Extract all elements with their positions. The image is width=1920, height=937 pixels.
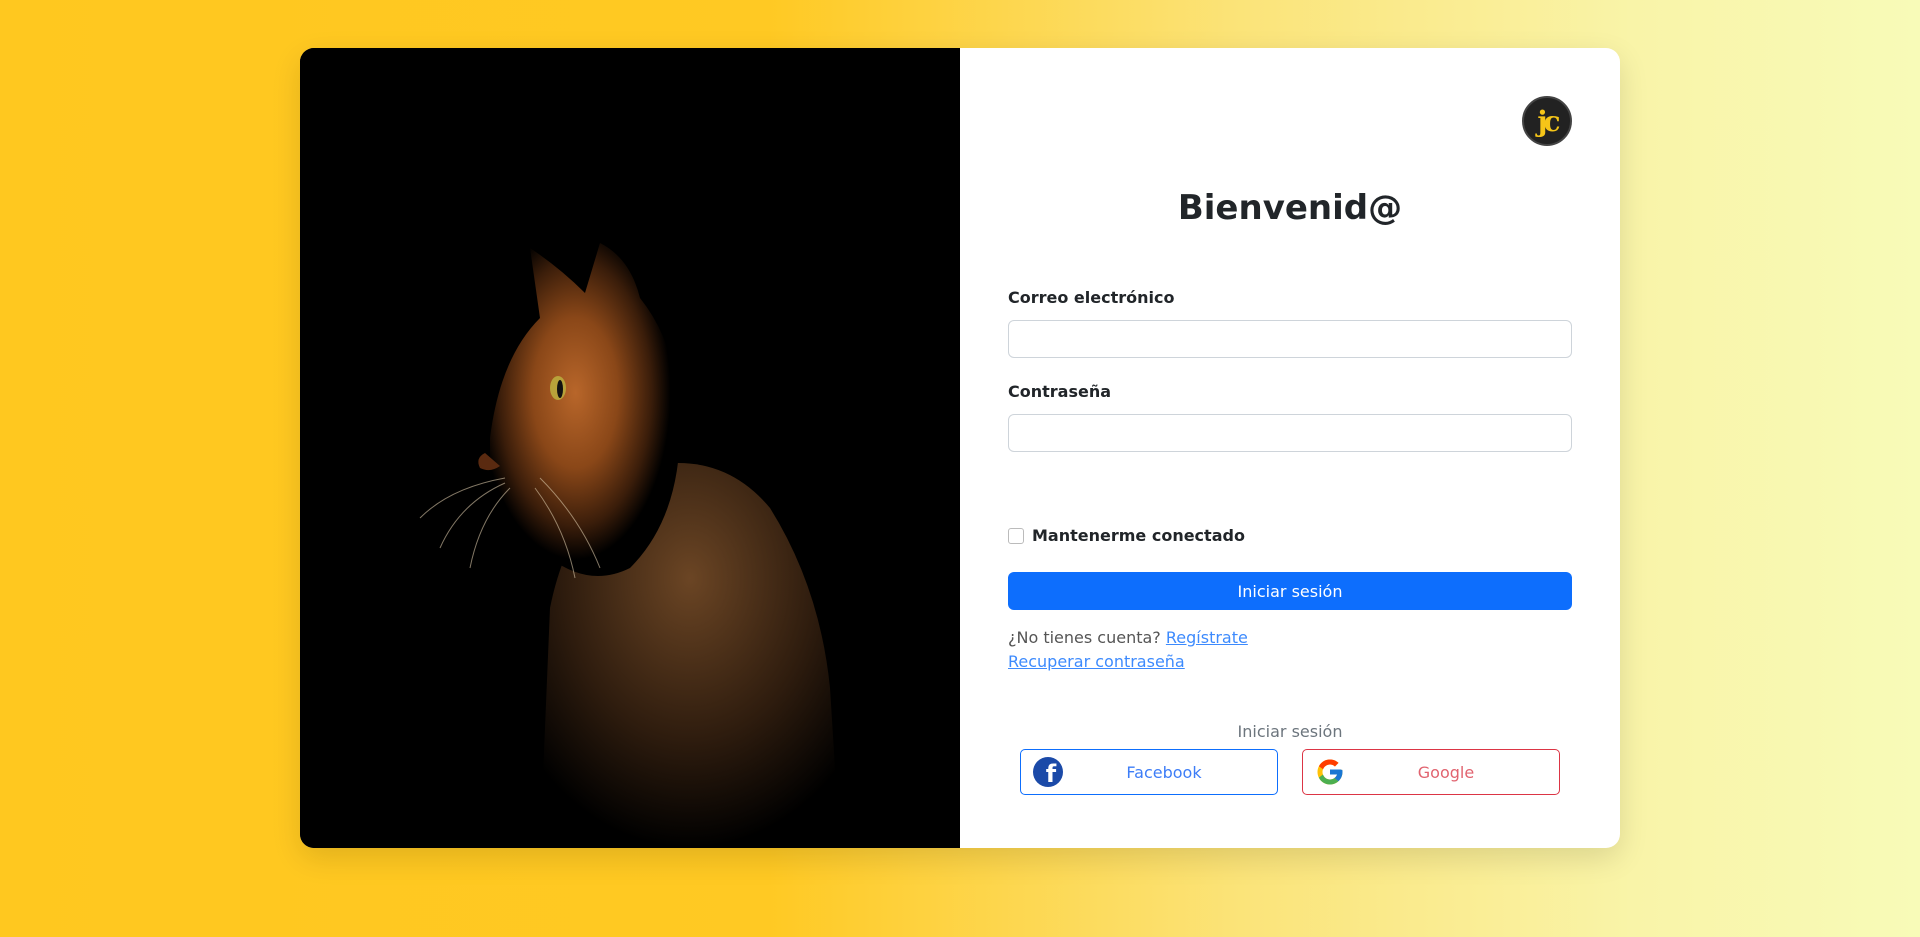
login-form-panel: jc Bienvenid@ Correo electrónico Contras… bbox=[960, 48, 1620, 848]
recover-password-link[interactable]: Recuperar contraseña bbox=[1008, 652, 1185, 671]
login-card: jc Bienvenid@ Correo electrónico Contras… bbox=[300, 48, 1620, 848]
no-account-text: ¿No tienes cuenta? bbox=[1008, 628, 1161, 647]
cat-photo bbox=[300, 48, 960, 848]
logo-text: jc bbox=[1537, 104, 1560, 138]
facebook-label: Facebook bbox=[1126, 762, 1202, 782]
google-icon bbox=[1317, 759, 1343, 785]
remember-me: Mantenerme conectado bbox=[1008, 526, 1245, 545]
google-label: Google bbox=[1417, 762, 1475, 782]
password-field[interactable] bbox=[1008, 414, 1572, 452]
logo-icon: jc bbox=[1522, 96, 1572, 146]
email-field[interactable] bbox=[1008, 320, 1572, 358]
social-login-title: Iniciar sesión bbox=[1237, 722, 1343, 741]
account-links: ¿No tienes cuenta? Regístrate Recuperar … bbox=[1008, 626, 1248, 674]
login-button[interactable]: Iniciar sesión bbox=[1008, 572, 1572, 610]
facebook-icon: f bbox=[1033, 757, 1063, 787]
facebook-login-button[interactable]: f Facebook bbox=[1020, 749, 1278, 795]
password-label: Contraseña bbox=[1008, 382, 1112, 401]
remember-checkbox[interactable] bbox=[1008, 527, 1024, 544]
page-title: Bienvenid@ bbox=[1177, 188, 1403, 228]
register-link[interactable]: Regístrate bbox=[1166, 628, 1248, 647]
email-label: Correo electrónico bbox=[1008, 288, 1175, 307]
cat-image bbox=[300, 48, 960, 848]
remember-label: Mantenerme conectado bbox=[1032, 526, 1245, 545]
google-login-button[interactable]: Google bbox=[1302, 749, 1560, 795]
